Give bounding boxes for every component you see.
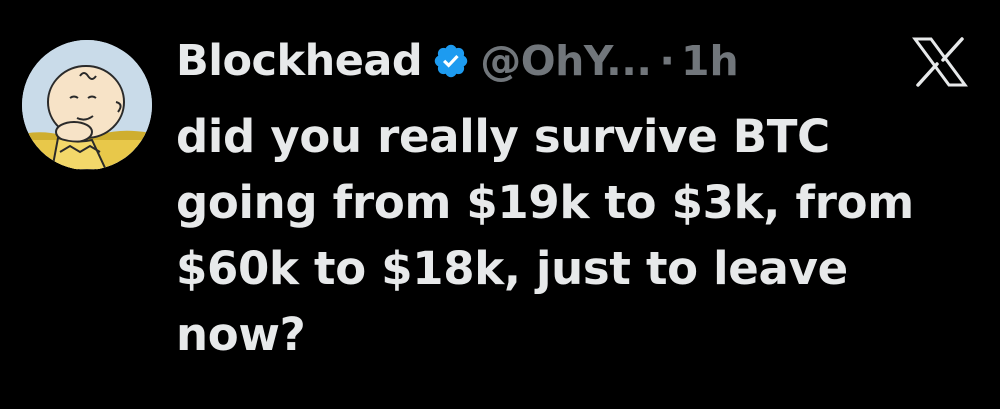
tweet-timestamp[interactable]: 1h: [681, 37, 739, 85]
tweet-header: Blockhead @OhY... · 1h: [176, 30, 739, 92]
author-handle[interactable]: @OhY...: [480, 37, 652, 85]
tweet-card[interactable]: Blockhead @OhY... · 1h did you really su…: [0, 0, 1000, 409]
tweet-text-line: going from $19k to $3k, from: [176, 176, 914, 229]
tweet-text-line: now?: [176, 308, 306, 361]
author-display-name[interactable]: Blockhead: [176, 36, 423, 86]
tweet-text: did you really survive BTC going from $1…: [176, 104, 976, 368]
x-logo-icon: [912, 36, 968, 88]
header-separator: ·: [659, 37, 675, 85]
tweet-text-line: did you really survive BTC: [176, 110, 830, 163]
verified-badge-icon: [432, 42, 470, 80]
tweet-text-line: $60k to $18k, just to leave: [176, 242, 848, 295]
avatar-illustration-icon: [22, 40, 152, 170]
avatar[interactable]: [22, 40, 152, 170]
